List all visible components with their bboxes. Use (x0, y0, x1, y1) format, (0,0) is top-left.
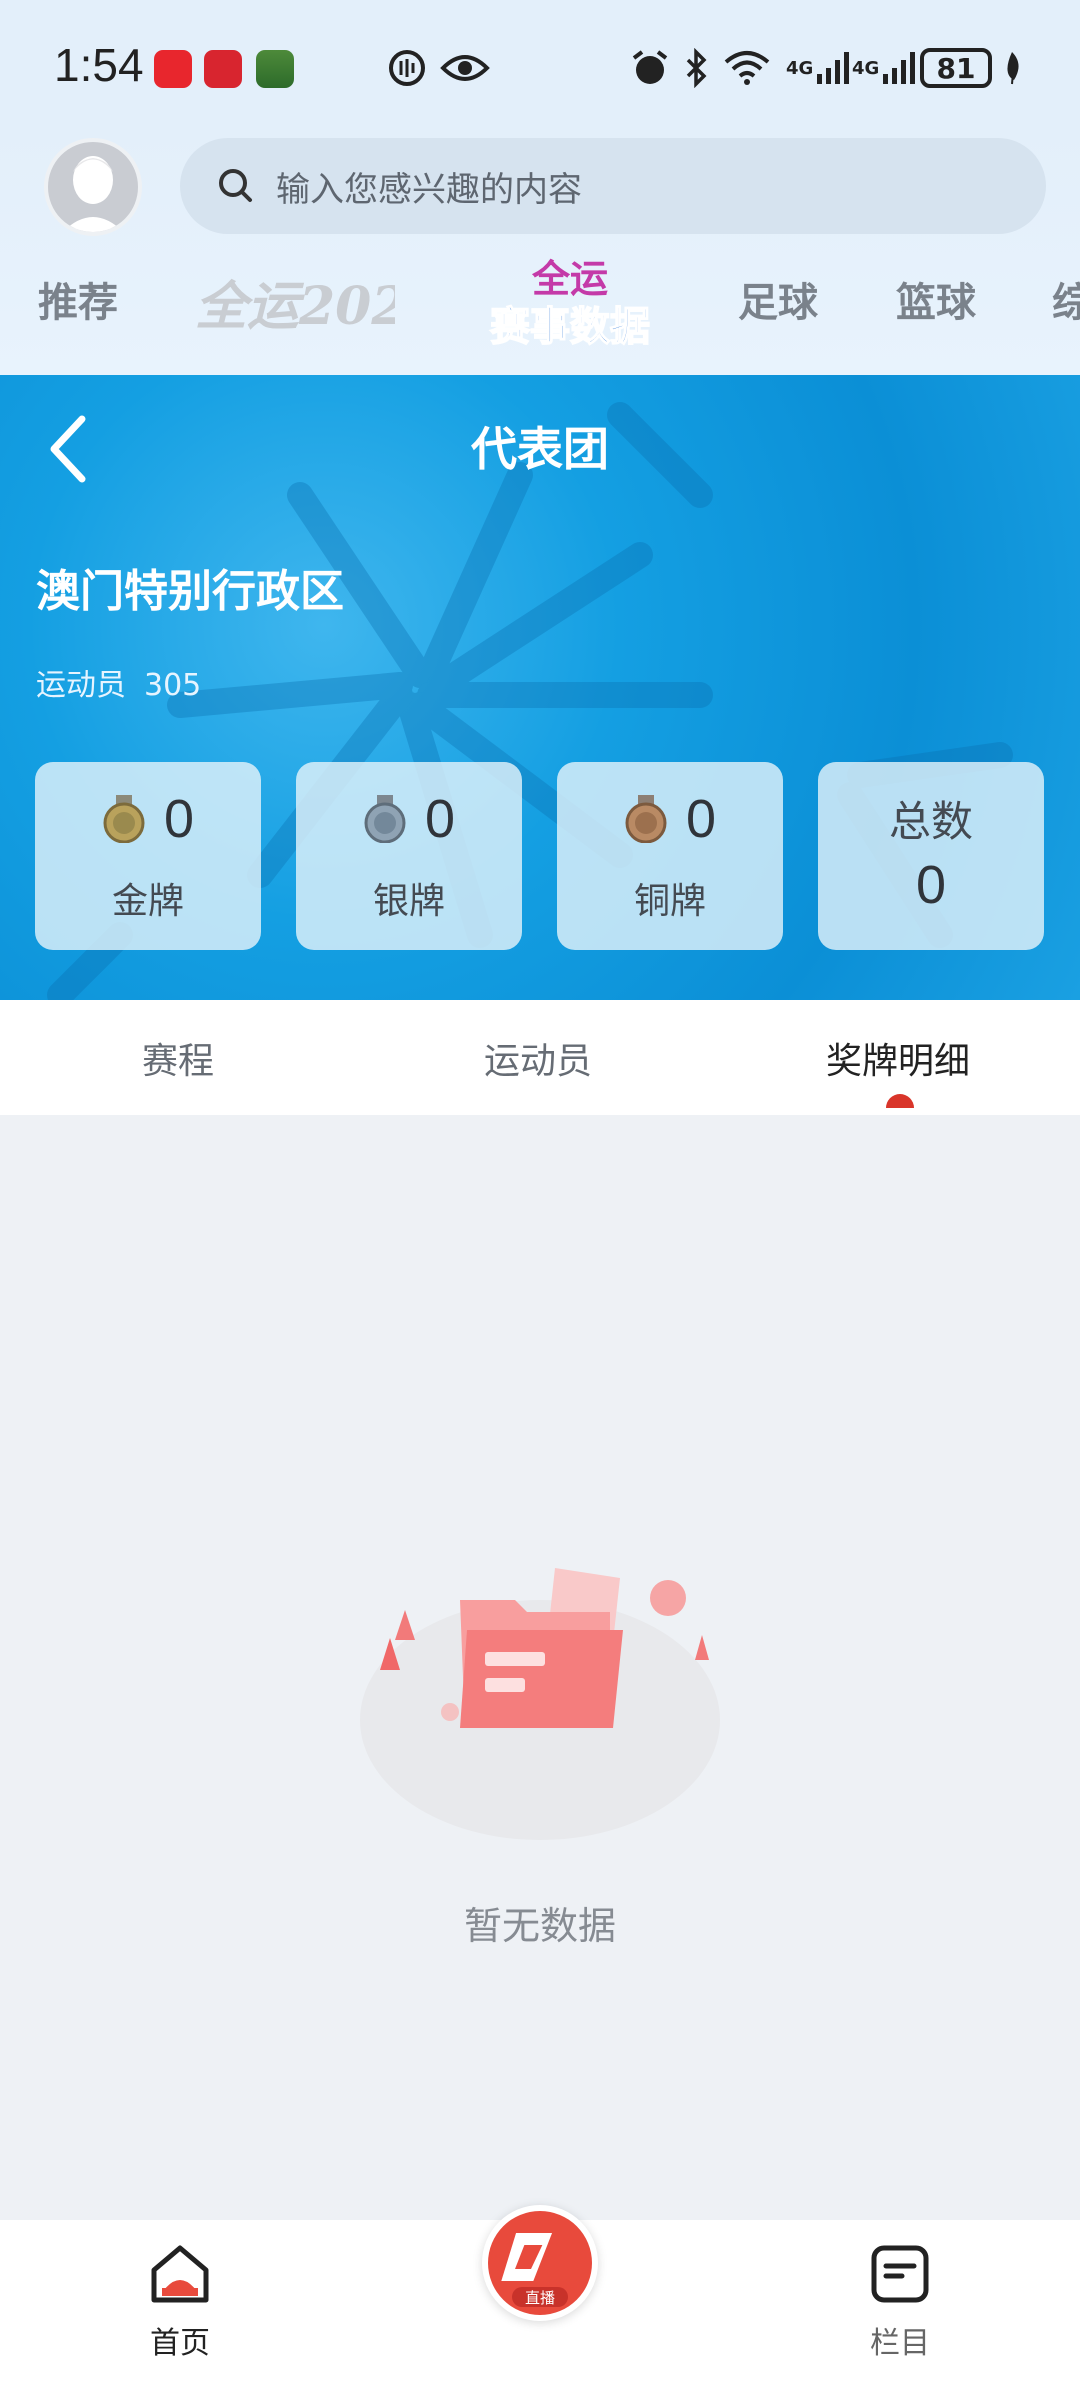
empty-state-text: 暂无数据 (463, 1904, 616, 1948)
total-medal-card: 总数 0 (818, 762, 1044, 950)
bottom-navigation: 首页 直播 栏目 (0, 2205, 1080, 2388)
alarm-icon (630, 48, 670, 88)
logo-data-top: 全运 (531, 257, 608, 301)
silver-count: 0 (424, 789, 456, 849)
live-icon: 直播 (488, 2211, 592, 2315)
logo-2025-text: 全运2025 (195, 276, 395, 337)
bluetooth-icon (684, 48, 710, 88)
total-label: 总数 (888, 797, 973, 846)
wifi-icon (722, 48, 772, 88)
bronze-medal-icon (625, 795, 667, 843)
games-data-logo[interactable]: 全运 赛事数据 (470, 250, 670, 360)
silver-medal-icon (364, 795, 406, 843)
empty-folder-illustration (360, 1568, 720, 1840)
tab-recommend[interactable]: 推荐 (38, 270, 118, 328)
detail-tabs: 赛程 运动员 奖牌明细 (0, 1000, 1080, 1115)
leaf-icon (1000, 48, 1024, 88)
huawei-app-icon (154, 50, 192, 88)
delegation-hero: 代表团 澳门特别行政区 运动员 305 0 金牌 0 银牌 0 铜牌 总数 0 (0, 375, 1080, 1000)
tab-football[interactable]: 足球 (738, 270, 818, 328)
network-type-label: 4G (786, 57, 814, 79)
logo-data-bottom: 赛事数据 (490, 304, 650, 350)
battery-level: 81 (936, 51, 976, 85)
columns-icon (871, 2245, 929, 2303)
tab-more[interactable]: 综 (1052, 270, 1080, 328)
app-icon-green (256, 50, 294, 88)
signal-icon-2: 4G (852, 48, 917, 88)
channel-tabs: 推荐 全运2025 全运 赛事数据 足球 篮球 综 (0, 250, 1080, 370)
tab-medal-details[interactable]: 奖牌明细 (826, 1032, 970, 1084)
bronze-medal-card: 0 铜牌 (557, 762, 783, 950)
search-placeholder: 输入您感兴趣的内容 (276, 169, 582, 210)
search-bar[interactable]: 输入您感兴趣的内容 (180, 138, 1046, 234)
nav-home[interactable]: 首页 (120, 2242, 240, 2362)
page-title: 代表团 (471, 422, 609, 476)
silver-label: 银牌 (372, 881, 445, 922)
nav-columns[interactable]: 栏目 (840, 2242, 960, 2362)
tab-athletes[interactable]: 运动员 (484, 1032, 592, 1084)
status-time: 1:54 (54, 39, 144, 91)
nfc-icon (388, 48, 426, 88)
app-icon-red (204, 50, 242, 88)
nav-home-label: 首页 (150, 2326, 210, 2361)
home-icon (151, 2245, 209, 2303)
search-icon (219, 169, 252, 202)
user-avatar[interactable] (44, 138, 142, 236)
eye-icon (440, 48, 490, 88)
athletes-count: 305 (144, 668, 202, 703)
active-tab-indicator (886, 1094, 914, 1108)
battery-indicator: 81 (920, 48, 992, 88)
signal-icon: 4G (786, 48, 851, 88)
tab-basketball[interactable]: 篮球 (896, 270, 976, 328)
team-name: 澳门特别行政区 (36, 566, 344, 617)
nav-columns-label: 栏目 (870, 2326, 930, 2361)
bronze-count: 0 (685, 789, 717, 849)
athletes-label: 运动员 (36, 668, 126, 703)
live-label: 直播 (525, 2289, 555, 2307)
gold-medal-icon (103, 795, 145, 843)
tab-schedule[interactable]: 赛程 (142, 1032, 214, 1084)
live-button[interactable]: 直播 (482, 2205, 598, 2321)
network-type-label-2: 4G (852, 57, 880, 79)
status-bar: 1:54 4G 4G 81 (0, 0, 1080, 130)
gold-medal-card: 0 金牌 (35, 762, 261, 950)
header: 输入您感兴趣的内容 推荐 全运2025 全运 赛事数据 足球 篮球 综 (0, 130, 1080, 375)
bronze-label: 铜牌 (633, 881, 706, 922)
gold-count: 0 (163, 789, 195, 849)
total-count: 0 (915, 855, 947, 915)
gold-label: 金牌 (111, 881, 184, 922)
silver-medal-card: 0 银牌 (296, 762, 522, 950)
national-games-2025-logo[interactable]: 全运2025 (195, 258, 444, 348)
athletes-summary: 运动员 305 (36, 660, 201, 704)
